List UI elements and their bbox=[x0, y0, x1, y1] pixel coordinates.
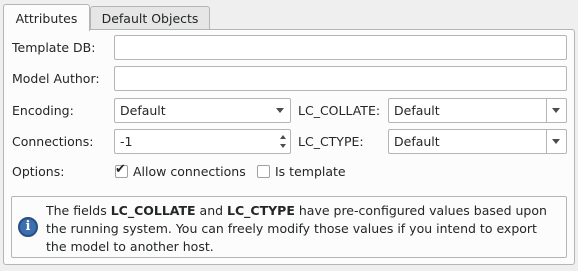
spin-down-icon[interactable] bbox=[280, 144, 286, 148]
template-db-label: Template DB: bbox=[12, 40, 96, 55]
connections-label: Connections: bbox=[12, 134, 94, 149]
info-box: i The fields LC_COLLATE and LC_CTYPE hav… bbox=[11, 196, 567, 258]
is-template-label[interactable]: Is template bbox=[275, 164, 346, 180]
tab-attributes-label: Attributes bbox=[15, 10, 78, 26]
spin-up-icon[interactable] bbox=[280, 135, 286, 139]
chevron-down-icon bbox=[552, 108, 560, 113]
connections-spinbox[interactable]: -1 bbox=[114, 129, 291, 154]
lc-ctype-value: Default bbox=[394, 134, 440, 149]
lc-collate-combo[interactable]: Default bbox=[388, 98, 567, 123]
model-author-label: Model Author: bbox=[12, 71, 100, 86]
tab-default-objects[interactable]: Default Objects bbox=[90, 6, 210, 30]
info-text: The fields LC_COLLATE and LC_CTYPE have … bbox=[46, 203, 547, 254]
lc-ctype-combo[interactable]: Default bbox=[388, 129, 567, 154]
lc-ctype-label: LC_CTYPE: bbox=[298, 134, 364, 149]
is-template-checkbox[interactable] bbox=[257, 165, 270, 178]
connections-value: -1 bbox=[120, 134, 133, 149]
lc-ctype-keyword: LC_CTYPE bbox=[227, 203, 295, 218]
encoding-combo[interactable]: Default bbox=[114, 98, 291, 123]
check-icon: ✔ bbox=[115, 162, 126, 177]
allow-connections-checkbox[interactable]: ✔ bbox=[115, 162, 128, 178]
allow-connections-label[interactable]: Allow connections bbox=[133, 164, 246, 180]
options-label: Options: bbox=[12, 164, 65, 179]
tab-default-objects-label: Default Objects bbox=[101, 11, 199, 26]
tab-attributes[interactable]: Attributes bbox=[3, 4, 90, 31]
lc-collate-value: Default bbox=[394, 103, 440, 118]
encoding-value: Default bbox=[120, 103, 166, 118]
lc-collate-keyword: LC_COLLATE bbox=[110, 203, 196, 218]
info-icon: i bbox=[18, 217, 38, 237]
lc-collate-label: LC_COLLATE: bbox=[298, 103, 381, 118]
template-db-input[interactable] bbox=[114, 35, 567, 60]
model-author-input[interactable] bbox=[114, 66, 567, 91]
encoding-label: Encoding: bbox=[12, 103, 74, 118]
chevron-down-icon bbox=[552, 139, 560, 144]
chevron-down-icon bbox=[276, 108, 284, 113]
